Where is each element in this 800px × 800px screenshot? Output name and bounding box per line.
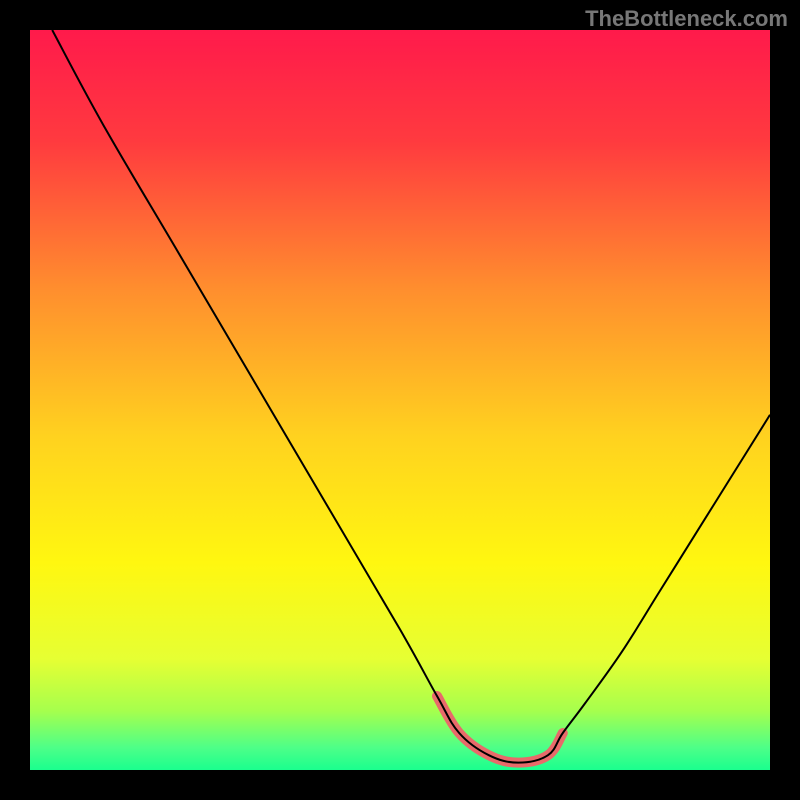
plot-area <box>30 30 770 770</box>
bottleneck-curve <box>52 30 770 763</box>
chart-container: TheBottleneck.com <box>0 0 800 800</box>
watermark-text: TheBottleneck.com <box>585 6 788 32</box>
curve-layer <box>30 30 770 770</box>
